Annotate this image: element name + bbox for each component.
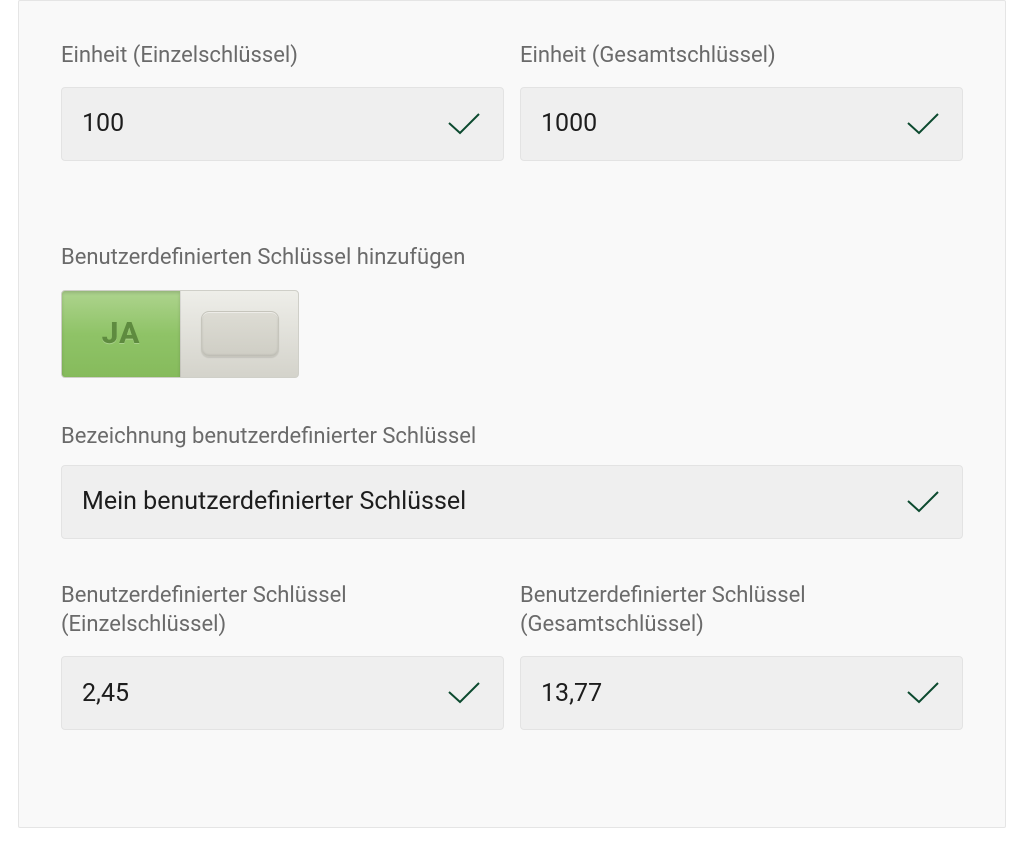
- toggle-on-text: JA: [102, 316, 141, 351]
- field-unit-total: Einheit (Gesamtschlüssel) 1000: [520, 41, 963, 161]
- toggle-off-side: [180, 291, 298, 377]
- label-custom-key-total: Benutzerdefinierter Schlüssel (Gesamtsch…: [520, 581, 963, 640]
- field-custom-key-total: Benutzerdefinierter Schlüssel (Gesamtsch…: [520, 581, 963, 730]
- value-unit-total: 1000: [541, 109, 597, 138]
- toggle-add-custom-key[interactable]: JA: [61, 290, 299, 378]
- label-custom-key-single: Benutzerdefinierter Schlüssel (Einzelsch…: [61, 581, 504, 640]
- label-unit-total: Einheit (Gesamtschlüssel): [520, 41, 963, 71]
- input-custom-key-total[interactable]: 13,77: [520, 656, 963, 730]
- label-unit-single: Einheit (Einzelschlüssel): [61, 41, 504, 71]
- input-unit-single[interactable]: 100: [61, 87, 504, 161]
- field-unit-single: Einheit (Einzelschlüssel) 100: [61, 41, 504, 161]
- input-unit-total[interactable]: 1000: [520, 87, 963, 161]
- check-icon: [906, 112, 940, 136]
- value-custom-key-single: 2,45: [82, 679, 129, 708]
- row-custom-keys: Benutzerdefinierter Schlüssel (Einzelsch…: [61, 581, 963, 730]
- value-custom-key-total: 13,77: [541, 679, 602, 708]
- form-container: Einheit (Einzelschlüssel) 100 Einheit (G…: [18, 0, 1006, 828]
- check-icon: [447, 112, 481, 136]
- value-unit-single: 100: [82, 109, 124, 138]
- label-custom-key-name: Bezeichnung benutzerdefinierter Schlüsse…: [61, 424, 963, 449]
- toggle-knob: [201, 311, 279, 357]
- check-icon: [447, 681, 481, 705]
- input-custom-key-name[interactable]: Mein benutzerdefinierter Schlüssel: [61, 465, 963, 539]
- label-add-custom-key: Benutzerdefinierten Schlüssel hinzufügen: [61, 245, 963, 270]
- check-icon: [906, 681, 940, 705]
- check-icon: [906, 490, 940, 514]
- row-unit-keys: Einheit (Einzelschlüssel) 100 Einheit (G…: [61, 41, 963, 161]
- input-custom-key-single[interactable]: 2,45: [61, 656, 504, 730]
- toggle-on-side: JA: [62, 291, 180, 377]
- value-custom-key-name: Mein benutzerdefinierter Schlüssel: [82, 487, 466, 516]
- field-custom-key-single: Benutzerdefinierter Schlüssel (Einzelsch…: [61, 581, 504, 730]
